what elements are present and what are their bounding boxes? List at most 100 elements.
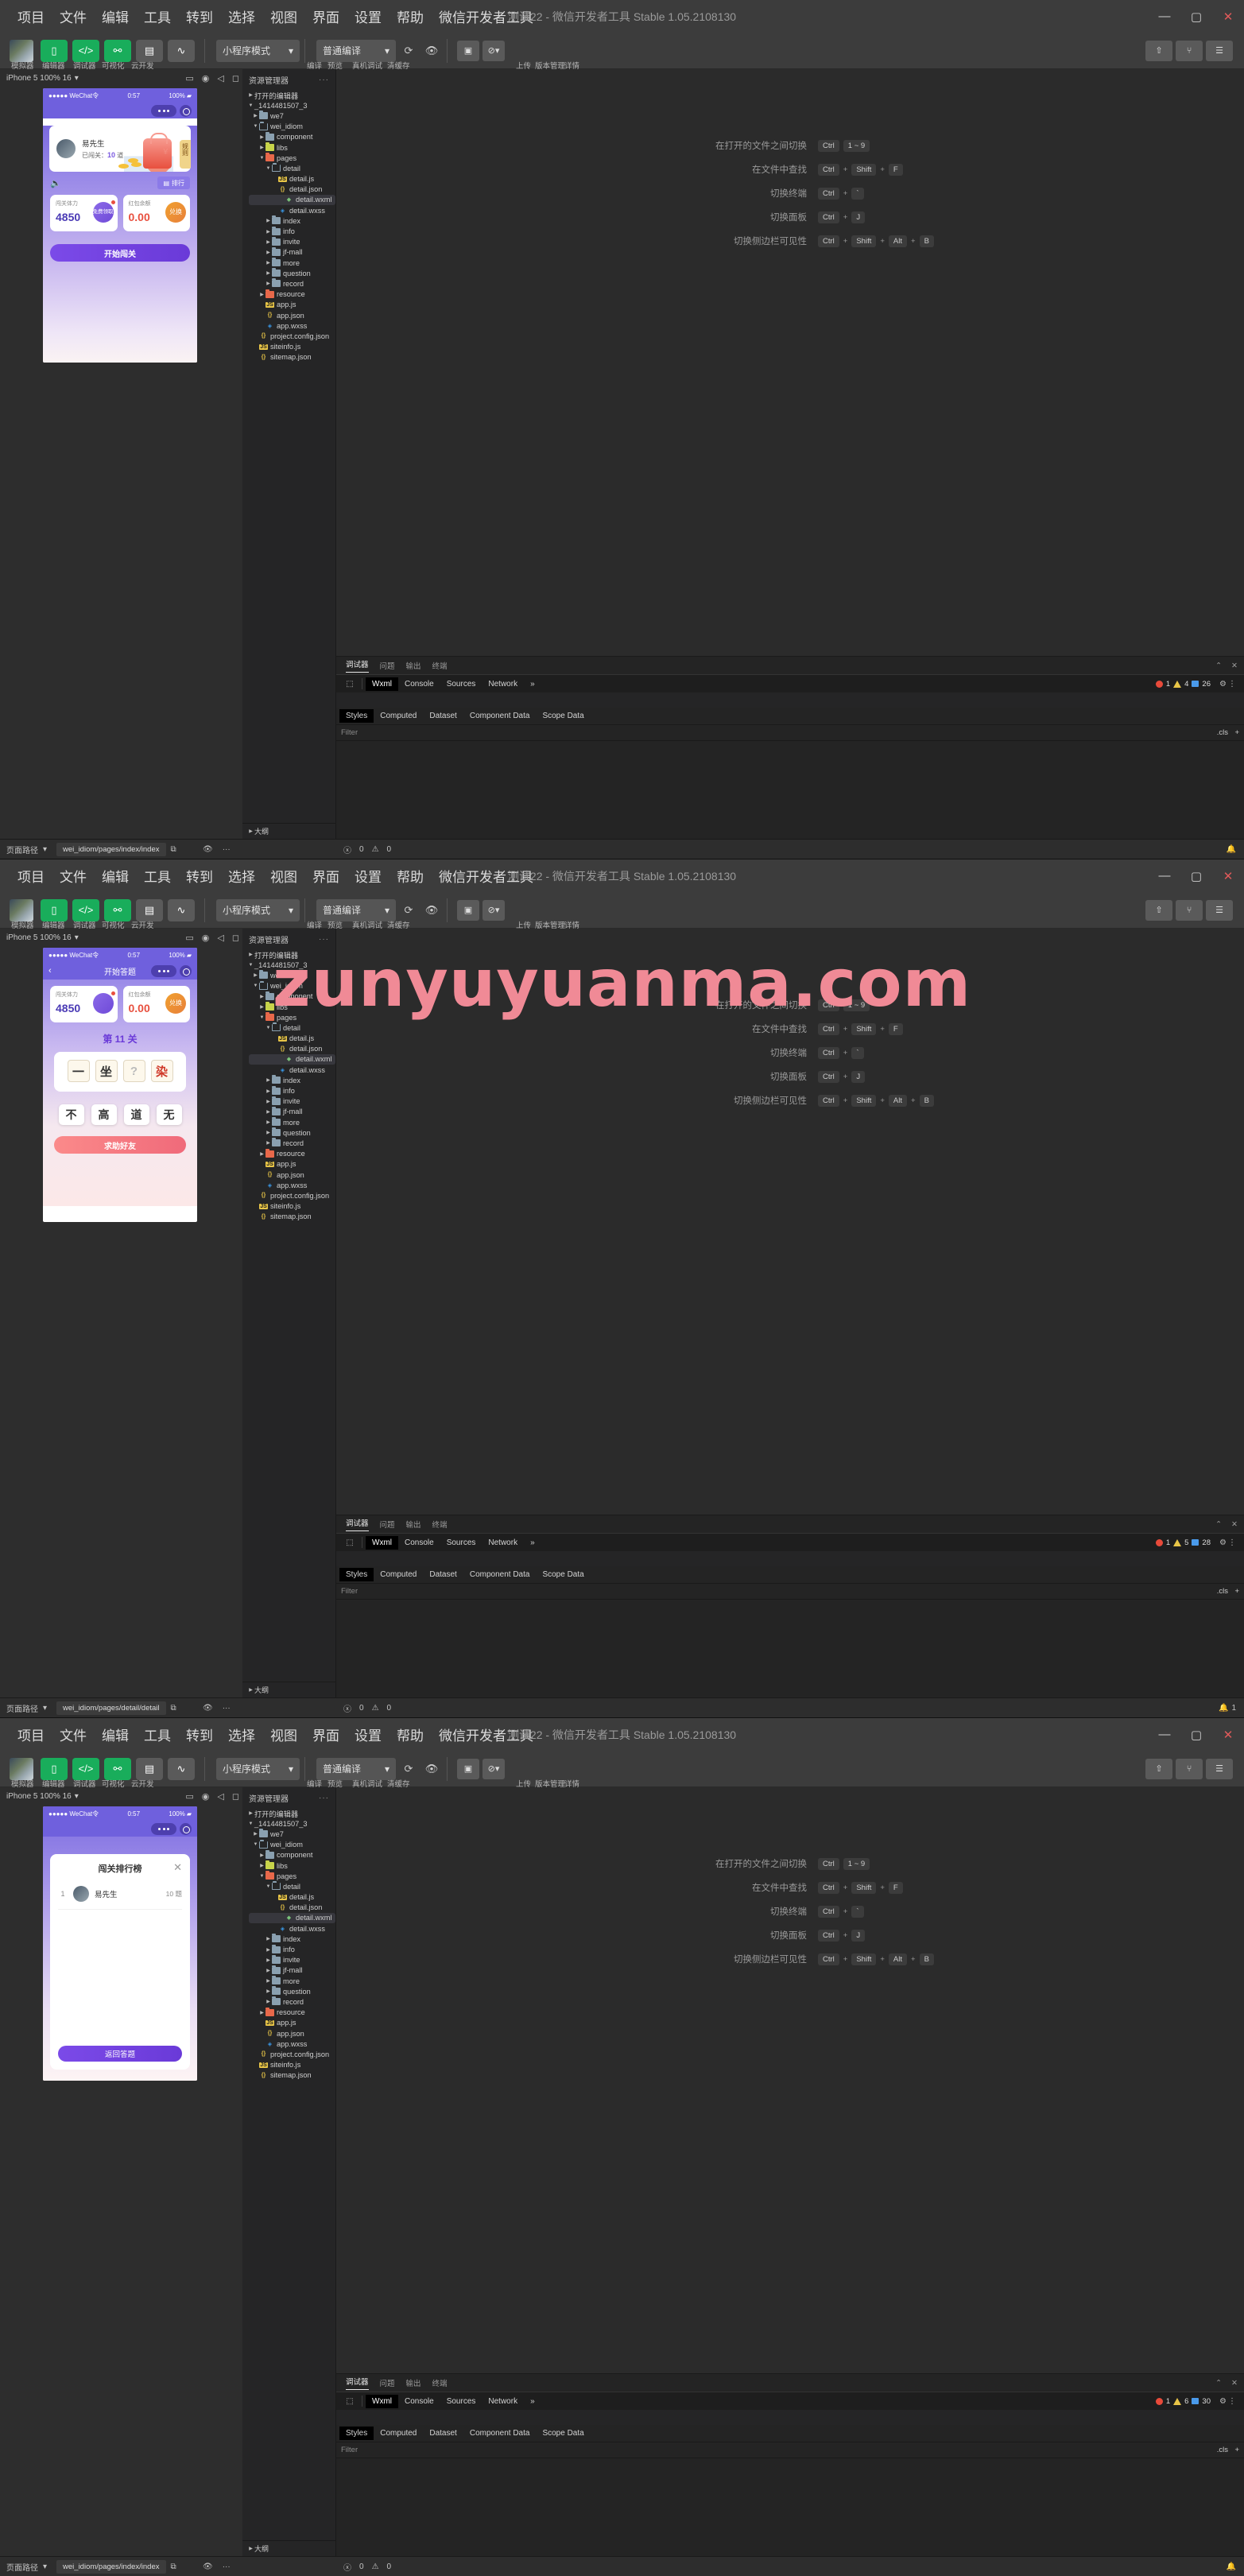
mode-select-3[interactable]: 小程序模式 ▾	[216, 1757, 300, 1780]
outline-section-3[interactable]: ▶ 大纲	[242, 2540, 335, 2556]
current-path-3[interactable]: wei_idiom/pages/index/index	[56, 2559, 166, 2574]
close-panel-icon-2[interactable]: ✕	[1231, 1520, 1238, 1529]
avatar-3[interactable]	[10, 1757, 33, 1780]
statusbar-problems-2[interactable]: ⓧ 0 ⚠ 0	[343, 1702, 391, 1714]
file-tree-item[interactable]: ▶ more	[242, 1117, 335, 1127]
record-icon[interactable]: ◉	[202, 73, 210, 83]
inspect-element-icon[interactable]: ⬚	[341, 677, 358, 691]
style-filter-row-2[interactable]: Filter .cls +	[336, 1584, 1244, 1600]
visualizer-toggle-button-2[interactable]: ▤	[136, 898, 163, 921]
file-tree-item[interactable]: ▼ pages	[242, 1871, 335, 1881]
menu-item-file-3[interactable]: 文件	[60, 1724, 87, 1744]
file-tree-item[interactable]: ▼ wei_idiom	[242, 1839, 335, 1850]
tab-debugger-2[interactable]: 调试器	[346, 1517, 369, 1531]
file-tree-item[interactable]: JS app.js	[242, 2018, 335, 2028]
simulator-device-bar-2[interactable]: iPhone 5 100% 16 ▾ ▭ ◉ ◁ ◻	[0, 929, 242, 946]
menu-item-ui[interactable]: 界面	[312, 6, 339, 26]
file-tree-item[interactable]: ▶ question	[242, 268, 335, 278]
file-tree-item[interactable]: ▶ record	[242, 1138, 335, 1148]
menu-item-select-2[interactable]: 选择	[228, 866, 255, 886]
record-icon-3[interactable]: ◉	[202, 1791, 210, 1802]
clear-cache-button-2[interactable]: ⊘▾	[482, 899, 505, 921]
cls-button-2[interactable]: .cls	[1217, 1587, 1228, 1596]
devtab-more-icon-3[interactable]: »	[524, 2395, 541, 2408]
compile-select-3[interactable]: 普通编译 ▾	[316, 1757, 396, 1780]
editor-toggle-button-2[interactable]: </>	[72, 898, 99, 921]
inspect-element-icon-3[interactable]: ⬚	[341, 2395, 358, 2408]
minimize-icon[interactable]: —	[1149, 0, 1180, 33]
copy-icon[interactable]: ⧉	[171, 845, 176, 854]
preview-button-3[interactable]: 👁	[421, 1759, 442, 1779]
statusbar-problems-1[interactable]: ⓧ 0 ⚠ 0	[343, 844, 391, 855]
file-tree-item[interactable]: {} sitemap.json	[242, 2070, 335, 2081]
style-filter-row-3[interactable]: Filter .cls +	[336, 2442, 1244, 2458]
close-panel-icon[interactable]: ✕	[1231, 661, 1238, 670]
file-tree-item[interactable]: {} project.config.json	[242, 331, 335, 341]
menu-item-edit[interactable]: 编辑	[102, 6, 129, 26]
menu-item-help-3[interactable]: 帮助	[397, 1724, 424, 1744]
simulator-toggle-button-3[interactable]: ▯	[41, 1757, 68, 1780]
file-tree-item[interactable]: ▶ record	[242, 1996, 335, 2007]
realdevice-debug-button-2[interactable]: ▣	[457, 899, 479, 921]
file-tree-item[interactable]: ▶ we7	[242, 1829, 335, 1839]
editor-toggle-button[interactable]: </>	[72, 39, 99, 62]
styletab-dataset-2[interactable]: Dataset	[423, 1568, 463, 1581]
tab-terminal[interactable]: 终端	[432, 660, 448, 671]
debugger-toggle-button-3[interactable]: ⚯	[104, 1757, 131, 1780]
bell-icon[interactable]: 🔔	[1227, 845, 1236, 854]
collapse-icon[interactable]: ⌃	[1215, 661, 1222, 670]
menu-item-devtool-3[interactable]: 微信开发者工具	[439, 1724, 533, 1744]
visualizer-toggle-button[interactable]: ▤	[136, 39, 163, 62]
cls-button-3[interactable]: .cls	[1217, 2446, 1228, 2454]
simulator-device-bar[interactable]: iPhone 5 100% 16 ▾ ▭ ◉ ◁ ◻	[0, 69, 242, 87]
menu-item-view-2[interactable]: 视图	[270, 866, 297, 886]
file-tree-item[interactable]: ▶ info	[242, 1944, 335, 1954]
menu-item-file[interactable]: 文件	[60, 6, 87, 26]
statusbar-problems-3[interactable]: ⓧ 0 ⚠ 0	[343, 2561, 391, 2573]
file-tree-item[interactable]: ▶ invite	[242, 1954, 335, 1965]
file-tree-item[interactable]: {} detail.json	[242, 1903, 335, 1913]
file-tree-item[interactable]: ▶ question	[242, 1127, 335, 1138]
file-tree-item[interactable]: {} detail.json	[242, 184, 335, 195]
detail-button-2[interactable]: ☰	[1206, 899, 1233, 921]
styletab-styles-2[interactable]: Styles	[339, 1568, 374, 1581]
explorer-more-icon[interactable]: ···	[319, 76, 329, 84]
gear-icon-3[interactable]: ⚙	[1219, 2397, 1227, 2406]
kebab-menu-icon[interactable]: ⋮	[1228, 680, 1236, 689]
avatar[interactable]	[10, 39, 33, 62]
devtab-console-3[interactable]: Console	[398, 2395, 440, 2408]
answer-option-1[interactable]: 不	[58, 1104, 84, 1125]
cls-button[interactable]: .cls	[1217, 728, 1228, 737]
file-tree-item[interactable]: ▶ jf-mall	[242, 1965, 335, 1976]
styletab-dataset[interactable]: Dataset	[423, 709, 463, 723]
compile-select-2[interactable]: 普通编译 ▾	[316, 898, 396, 921]
file-tree-item[interactable]: ▼ detail	[242, 163, 335, 173]
devtab-console-2[interactable]: Console	[398, 1536, 440, 1550]
back-icon-3[interactable]: ◁	[217, 1791, 223, 1802]
styletab-computed-3[interactable]: Computed	[374, 2427, 423, 2440]
compile-button-2[interactable]: ⟳	[398, 900, 419, 921]
file-tree-item[interactable]: JS app.js	[242, 300, 335, 310]
devtab-wxml[interactable]: Wxml	[366, 677, 398, 691]
styletab-styles-3[interactable]: Styles	[339, 2427, 374, 2440]
answer-option-4[interactable]: 无	[156, 1104, 182, 1125]
devtab-more-icon[interactable]: »	[524, 677, 541, 691]
record-icon-2[interactable]: ◉	[202, 933, 210, 943]
outline-section[interactable]: ▶ 大纲	[242, 823, 335, 839]
more-icon-2[interactable]: ···	[223, 1704, 231, 1713]
detail-button[interactable]: ☰	[1206, 40, 1233, 61]
styletab-scopedata-2[interactable]: Scope Data	[536, 1568, 590, 1581]
file-tree-item[interactable]: ▶ index	[242, 1934, 335, 1944]
styletab-scopedata[interactable]: Scope Data	[536, 709, 590, 723]
tab-problems[interactable]: 问题	[380, 660, 395, 671]
styletab-componentdata-3[interactable]: Component Data	[463, 2427, 537, 2440]
file-tree-item[interactable]: ▼ detail	[242, 1022, 335, 1033]
project-root-row-3[interactable]: ▼ _1414481507_3	[242, 1818, 335, 1829]
menu-item-select-3[interactable]: 选择	[228, 1724, 255, 1744]
file-tree-item[interactable]: ◆ detail.wxml	[249, 1912, 335, 1924]
file-tree-item[interactable]: ▶ question	[242, 1986, 335, 1996]
menu-item-select[interactable]: 选择	[228, 6, 255, 26]
detail-button-3[interactable]: ☰	[1206, 1758, 1233, 1779]
tab-terminal-2[interactable]: 终端	[432, 1519, 448, 1530]
menu-item-ui-3[interactable]: 界面	[312, 1724, 339, 1744]
